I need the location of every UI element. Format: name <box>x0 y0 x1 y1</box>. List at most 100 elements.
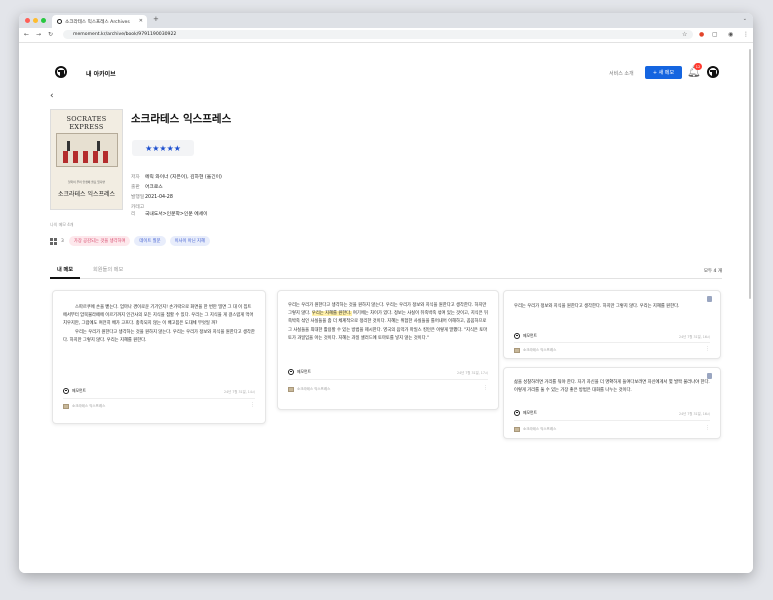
book-cover: SOCRATES EXPRESS 철학이 우리 인생에 쓸모 있다면 소크라테스… <box>50 109 123 210</box>
book-ref-title: 소크라테스 익스프레스 <box>72 403 106 408</box>
profile-icon[interactable]: ◉ <box>728 31 733 38</box>
tab-close-icon[interactable]: ✕ <box>139 18 143 24</box>
divider <box>514 342 710 343</box>
author-label: 저자 <box>131 175 140 180</box>
reload-icon[interactable]: ↻ <box>48 31 53 38</box>
extensions-puzzle-icon[interactable]: ▢ <box>712 31 718 38</box>
memo-text: 우리는 우리가 원한다고 생각하는 것을 원하지 않는다. 우리는 우리가 정보… <box>288 302 488 343</box>
cover-subtitle: 철학이 우리 인생에 쓸모 있다면 <box>67 180 105 184</box>
tab-bar: 소크라테스 익스프레스 Archives ✕ + ⌄ <box>19 13 753 28</box>
author-logo-icon <box>288 369 294 375</box>
book-thumb-icon <box>514 426 520 432</box>
book-ref-title: 소크라테스 익스프레스 <box>523 426 557 431</box>
cover-title-en: SOCRATES EXPRESS <box>66 115 107 131</box>
publisher-label: 출판 <box>131 185 140 190</box>
author-logo-icon <box>514 333 520 339</box>
book-publisher-row: 출판 어크로스 <box>131 183 163 190</box>
memo-text: 우리는 우리가 정보와 지식을 원한다고 생각한다. 하지만 그렇지 않다. 우… <box>514 304 680 309</box>
memo-book-ref[interactable]: 소크라테스 익스프레스 <box>288 386 330 392</box>
more-options-icon[interactable]: ⋮ <box>705 347 710 352</box>
tab-others-memo[interactable]: 회원들의 메모 <box>93 266 123 273</box>
book-category: 국내도서>인문학>인문 에세이 <box>145 212 208 217</box>
memo-text: 스파르쿠에 손을 뻗는다. 엄마나 경이로운 기기인지! 손가락으로 화면을 한… <box>63 304 255 345</box>
notification-badge: 12 <box>694 63 702 70</box>
back-chevron-icon[interactable]: ‹ <box>50 91 54 101</box>
divider <box>514 420 710 421</box>
scrollbar[interactable] <box>749 49 751 299</box>
book-date-row: 발행일2021-04-28 <box>131 193 173 200</box>
browser-tab[interactable]: 소크라테스 익스프레스 Archives ✕ <box>52 15 147 28</box>
tab-search-icon[interactable]: ⌄ <box>743 16 747 22</box>
author-name: 메모먼트 <box>523 333 537 338</box>
cover-title-ko: 소크라테스 익스프레스 <box>57 191 116 198</box>
memo-card[interactable]: 스파르쿠에 손을 뻗는다. 엄마나 경이로운 기기인지! 손가락으로 화면을 한… <box>52 290 266 424</box>
author-name: 메모먼트 <box>72 388 86 393</box>
maximize-window-button[interactable] <box>41 18 46 23</box>
tab-my-memo[interactable]: 내 메모 <box>50 266 80 279</box>
memo-text: 삶을 성찰하려면 거리를 둬야 한다. 자기 자신을 더 명확하게 들여다보려면… <box>514 380 710 394</box>
memo-card[interactable]: 우리는 우리가 원한다고 생각하는 것을 원하지 않는다. 우리는 우리가 정보… <box>277 290 499 410</box>
browser-window: 소크라테스 익스프레스 Archives ✕ + ⌄ ← → ↻ memomen… <box>19 13 753 573</box>
service-intro-link[interactable]: 서비스 소개 <box>609 70 634 77</box>
divider <box>63 398 255 399</box>
memo-author: 메모먼트 <box>288 369 311 375</box>
book-title: 소크라테스 익스프레스 <box>131 113 232 125</box>
bookmark-icon[interactable] <box>707 296 712 302</box>
more-options-icon[interactable]: ⋮ <box>705 426 710 431</box>
divider <box>288 379 488 380</box>
memo-book-ref[interactable]: 소크라테스 익스프레스 <box>514 347 556 353</box>
memo-paragraph: 스파르쿠에 손을 뻗는다. 엄마나 경이로운 기기인지! 손가락으로 화면을 한… <box>63 305 254 327</box>
memo-paragraph: 우리는 우리가 원한다고 생각하는 것을 원하지 않는다. 우리는 우리가 정보… <box>63 329 255 343</box>
avatar[interactable] <box>707 66 719 78</box>
star-rating: ★★★★★ <box>132 140 194 156</box>
memo-card[interactable]: 우리는 우리가 정보와 지식을 원한다고 생각한다. 하지만 그렇지 않다. 우… <box>503 290 721 359</box>
site-favicon-icon <box>57 19 62 24</box>
book-ref-title: 소크라테스 익스프레스 <box>523 347 557 352</box>
memo-date: 24년 7월 31일, 16시 <box>678 412 710 416</box>
minimize-window-button[interactable] <box>33 18 38 23</box>
author-name: 메모먼트 <box>523 410 537 415</box>
more-options-icon[interactable]: ⋮ <box>250 403 255 408</box>
book-author-row: 저자 에릭 와이너 (지은이), 김하현 (옮긴이) <box>131 173 222 180</box>
tag-chip[interactable]: 가장 공감되는 것을 생각하며 <box>68 236 131 246</box>
more-options-icon[interactable]: ⋮ <box>483 386 488 391</box>
memo-date: 24년 7월 31일, 16시 <box>678 335 710 339</box>
book-author: 에릭 와이너 (지은이), 김하현 (옮긴이) <box>145 175 222 180</box>
memo-count: 모두 4 개 <box>703 269 722 274</box>
book-category-row: 카테고리 국내도서>인문학>인문 에세이 <box>131 203 208 217</box>
memo-author: 메모먼트 <box>514 333 537 339</box>
forward-arrow-icon[interactable]: → <box>36 31 41 38</box>
memo-date: 24년 7월 31일, 17시 <box>456 371 488 375</box>
address-bar: ← → ↻ memoment.kr/archive/book/979119003… <box>19 28 753 43</box>
author-name: 메모먼트 <box>297 369 311 374</box>
memo-author: 메모먼트 <box>63 388 86 394</box>
url-text: memoment.kr/archive/book/9791190030922 <box>73 32 177 37</box>
url-field[interactable]: memoment.kr/archive/book/9791190030922 <box>63 30 693 39</box>
bookmark-star-icon[interactable]: ☆ <box>682 31 687 38</box>
grid-icon <box>50 237 58 245</box>
extension-icon[interactable]: ● <box>699 31 704 38</box>
tag-chip[interactable]: 데이트 질문 <box>134 236 166 246</box>
new-tab-icon[interactable]: + <box>153 15 159 23</box>
new-memo-button[interactable]: + 새 메모 <box>645 66 682 79</box>
memoment-logo-icon[interactable] <box>55 66 67 78</box>
memo-tabs: 내 메모 회원들의 메모 모두 4 개 <box>50 266 722 279</box>
browser-menu-icon[interactable]: ⋮ <box>743 31 749 38</box>
tag-count: 3 <box>61 238 64 244</box>
my-memo-date: 나의 메모 4개 <box>50 222 74 227</box>
book-thumb-icon <box>514 347 520 353</box>
memo-book-ref[interactable]: 소크라테스 익스프레스 <box>514 426 556 432</box>
memo-author: 메모먼트 <box>514 410 537 416</box>
memo-card[interactable]: 삶을 성찰하려면 거리를 둬야 한다. 자기 자신을 더 명확하게 들여다보려면… <box>503 367 721 439</box>
close-window-button[interactable] <box>25 18 30 23</box>
book-thumb-icon <box>288 386 294 392</box>
page-title: 내 아카이브 <box>86 71 116 78</box>
book-date: 2021-04-28 <box>145 195 173 200</box>
back-arrow-icon[interactable]: ← <box>24 31 29 38</box>
book-ref-title: 소크라테스 익스프레스 <box>297 386 331 391</box>
book-thumb-icon <box>63 403 69 409</box>
memo-book-ref[interactable]: 소크라테스 익스프레스 <box>63 403 105 409</box>
tab-title: 소크라테스 익스프레스 Archives <box>65 19 130 25</box>
tag-list: 3 가장 공감되는 것을 생각하며 데이트 질문 이사이 아닌 지혜 <box>50 236 214 246</box>
tag-chip[interactable]: 이사이 아닌 지혜 <box>169 236 210 246</box>
